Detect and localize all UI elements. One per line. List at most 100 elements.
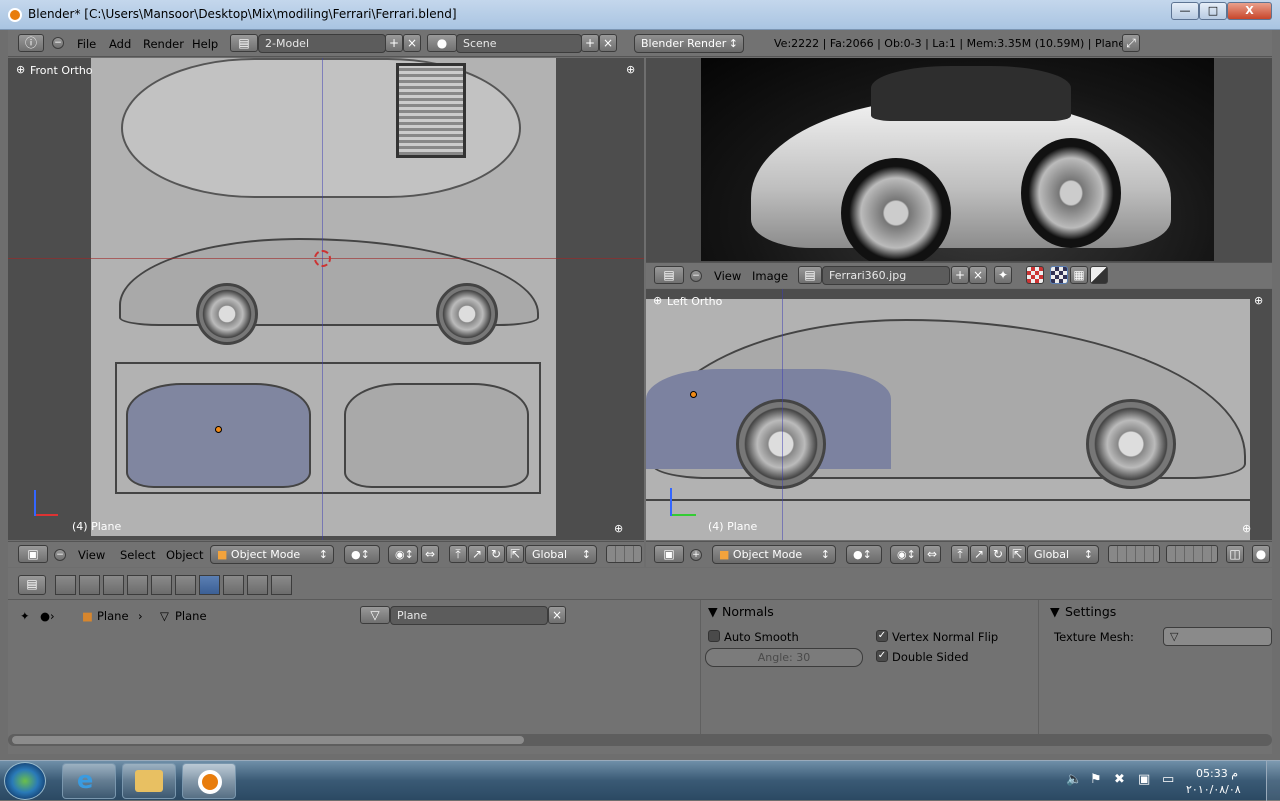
menu-view[interactable]: View bbox=[714, 269, 741, 283]
collapse-menu-icon[interactable]: − bbox=[690, 270, 702, 282]
manipulator-toggle-icon[interactable]: ⇔ bbox=[421, 545, 439, 563]
image-browse-icon[interactable]: ▤ bbox=[798, 266, 822, 284]
network-error-icon[interactable]: ✖ bbox=[1114, 772, 1125, 787]
notification-icon[interactable]: ▣ bbox=[1138, 772, 1150, 787]
menu-add[interactable]: Add bbox=[109, 37, 131, 51]
pin-image-icon[interactable]: ✦ bbox=[994, 266, 1012, 284]
internet-explorer-taskbar-icon[interactable]: e bbox=[62, 763, 116, 799]
mesh-data-tab-icon[interactable] bbox=[199, 575, 220, 595]
material-tab-icon[interactable] bbox=[223, 575, 244, 595]
menu-view[interactable]: View bbox=[78, 548, 105, 562]
menu-image[interactable]: Image bbox=[752, 269, 788, 283]
layers-grid-icon-2[interactable] bbox=[1166, 545, 1218, 563]
action-center-flag-icon[interactable]: ⚑ bbox=[1090, 772, 1102, 787]
menu-render[interactable]: Render bbox=[143, 37, 184, 51]
translate-manipulator-icon[interactable]: ⤒ bbox=[449, 545, 467, 563]
explorer-taskbar-icon[interactable] bbox=[122, 763, 176, 799]
editor-type-icon[interactable]: ▤ bbox=[654, 266, 684, 284]
constraints-tab-icon[interactable] bbox=[151, 575, 172, 595]
auto-smooth-checkbox[interactable] bbox=[708, 630, 720, 642]
object-origin-icon[interactable] bbox=[215, 426, 222, 433]
menu-object[interactable]: Object bbox=[166, 548, 203, 562]
viewport-split-icon[interactable]: ⊕ bbox=[1254, 294, 1263, 307]
rotate-manipulator-icon[interactable]: ↻ bbox=[487, 545, 505, 563]
delete-screen-icon[interactable]: × bbox=[403, 34, 421, 52]
add-scene-icon[interactable]: + bbox=[581, 34, 599, 52]
mode-dropdown[interactable]: ■ Object Mode ↕ bbox=[712, 545, 836, 564]
new-image-icon[interactable]: + bbox=[951, 266, 969, 284]
manipulator-toggle-icon[interactable]: ⇔ bbox=[923, 545, 941, 563]
editor-type-icon[interactable]: ▣ bbox=[654, 545, 684, 563]
viewport-corner-icon[interactable]: ⊕ bbox=[16, 63, 25, 76]
angle-field[interactable]: Angle: 30 bbox=[705, 648, 863, 667]
orientation-dropdown[interactable]: Global ↕ bbox=[1027, 545, 1099, 564]
modifiers-tab-icon[interactable] bbox=[175, 575, 196, 595]
vertex-normal-flip-checkbox[interactable]: ✓ bbox=[876, 630, 888, 642]
scene-tab-icon[interactable] bbox=[79, 575, 100, 595]
layers-grid-icon[interactable] bbox=[606, 545, 642, 563]
3d-cursor-icon[interactable] bbox=[314, 250, 331, 267]
pivot-dropdown[interactable]: ◉↕ bbox=[388, 545, 418, 564]
screen-layout-icon[interactable]: ▤ bbox=[230, 34, 258, 52]
collapse-menu-icon[interactable]: − bbox=[54, 549, 66, 561]
render-preview-icon[interactable]: ● bbox=[1252, 545, 1270, 563]
add-screen-icon[interactable]: + bbox=[385, 34, 403, 52]
volume-icon[interactable]: 🔈 bbox=[1066, 772, 1082, 787]
viewport-corner-icon-bottom[interactable]: ⊕ bbox=[614, 522, 623, 535]
expand-menu-icon[interactable]: + bbox=[690, 549, 702, 561]
menu-select[interactable]: Select bbox=[120, 548, 155, 562]
scene-field[interactable]: Scene bbox=[456, 34, 582, 53]
scene-icon[interactable]: ● bbox=[427, 34, 457, 52]
object-origin-icon[interactable] bbox=[690, 391, 697, 398]
unlink-image-icon[interactable]: × bbox=[969, 266, 987, 284]
orientation-dropdown[interactable]: Global ↕ bbox=[525, 545, 597, 564]
image-display-channels-icon[interactable] bbox=[1026, 266, 1044, 284]
move-arrow-icon[interactable]: ↗ bbox=[468, 545, 486, 563]
collapse-menu-icon[interactable]: − bbox=[52, 37, 64, 49]
display-icon[interactable]: ▭ bbox=[1162, 772, 1174, 787]
horizontal-scrollbar-thumb[interactable] bbox=[12, 736, 524, 744]
rotate-manipulator-icon[interactable]: ↻ bbox=[989, 545, 1007, 563]
texture-tab-icon[interactable] bbox=[247, 575, 268, 595]
render-tab-icon[interactable] bbox=[55, 575, 76, 595]
viewport-corner-icon[interactable]: ⊕ bbox=[653, 294, 662, 307]
maximize-button[interactable]: □ bbox=[1199, 2, 1227, 20]
minimize-button[interactable]: — bbox=[1171, 2, 1199, 20]
mesh-name-field[interactable]: Plane bbox=[390, 606, 548, 625]
start-button[interactable] bbox=[4, 762, 46, 800]
image-name-field[interactable]: Ferrari360.jpg bbox=[822, 266, 950, 285]
unlink-mesh-icon[interactable]: × bbox=[548, 606, 566, 624]
double-sided-checkbox[interactable]: ✓ bbox=[876, 650, 888, 662]
show-desktop-button[interactable] bbox=[1266, 761, 1280, 801]
lock-layers-icon[interactable]: ◫ bbox=[1226, 545, 1244, 563]
z-buffer-icon[interactable]: ▦ bbox=[1070, 266, 1088, 284]
taskbar-date[interactable]: ٢٠١٠/٠٨/٠٨ bbox=[1186, 783, 1241, 796]
texture-mesh-field[interactable]: ▽ bbox=[1163, 627, 1272, 646]
luminance-icon[interactable] bbox=[1090, 266, 1108, 284]
screen-layout-field[interactable]: 2-Model bbox=[258, 34, 386, 53]
pivot-dropdown[interactable]: ◉↕ bbox=[890, 545, 920, 564]
alpha-checker-icon[interactable] bbox=[1050, 266, 1068, 284]
pin-icon[interactable]: ✦ bbox=[20, 609, 30, 623]
settings-expand-icon[interactable]: ▼ bbox=[1050, 604, 1060, 619]
delete-scene-icon[interactable]: × bbox=[599, 34, 617, 52]
info-editor-icon[interactable]: ⓘ bbox=[18, 34, 44, 52]
shading-dropdown[interactable]: ●↕ bbox=[846, 545, 882, 564]
translate-manipulator-icon[interactable]: ⤒ bbox=[951, 545, 969, 563]
shading-dropdown[interactable]: ●↕ bbox=[344, 545, 380, 564]
layers-grid-icon[interactable] bbox=[1108, 545, 1160, 563]
scale-manipulator-icon[interactable]: ⇱ bbox=[1008, 545, 1026, 563]
scale-manipulator-icon[interactable]: ⇱ bbox=[506, 545, 524, 563]
menu-help[interactable]: Help bbox=[192, 37, 218, 51]
viewport-corner-icon-bottom[interactable]: ⊕ bbox=[1242, 522, 1251, 535]
editor-type-icon[interactable]: ▣ bbox=[18, 545, 48, 563]
taskbar-time[interactable]: 05:33 م bbox=[1196, 767, 1238, 780]
object-tab-icon[interactable] bbox=[127, 575, 148, 595]
mesh-browse-icon[interactable]: ▽ bbox=[360, 606, 390, 624]
move-arrow-icon[interactable]: ↗ bbox=[970, 545, 988, 563]
normals-expand-icon[interactable]: ▼ bbox=[708, 604, 718, 619]
viewport-front-ortho[interactable]: ⊕ Front Ortho ⊕ (4) Plane ⊕ bbox=[8, 58, 644, 540]
menu-file[interactable]: File bbox=[77, 37, 96, 51]
blender-taskbar-icon[interactable] bbox=[182, 763, 236, 799]
close-button[interactable]: X bbox=[1227, 2, 1272, 20]
